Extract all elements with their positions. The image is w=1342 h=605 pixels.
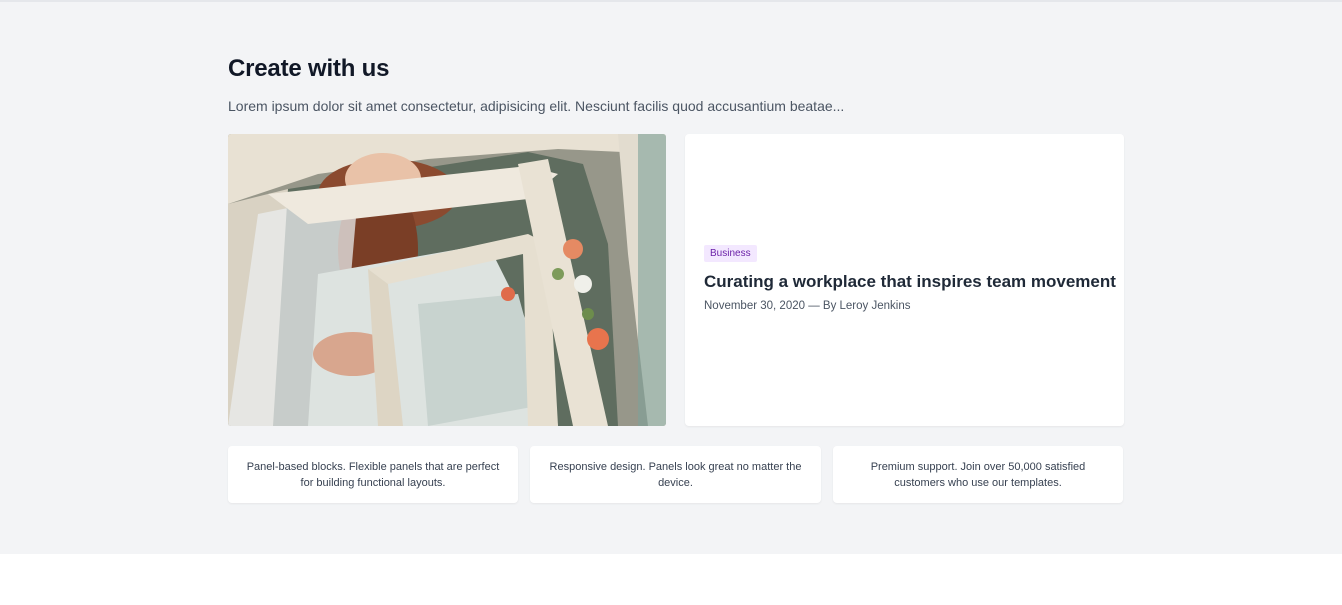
post-meta: November 30, 2020 — By Leroy Jenkins: [704, 300, 911, 312]
create-with-us-section: Create with us Lorem ipsum dolor sit ame…: [0, 2, 1342, 554]
category-badge[interactable]: Business: [704, 245, 757, 262]
feature-card-panels: Panel-based blocks. Flexible panels that…: [228, 446, 518, 503]
post-title[interactable]: Curating a workplace that inspires team …: [704, 272, 1116, 292]
feature-text: Panel-based blocks. Flexible panels that…: [246, 460, 500, 489]
wedding-car-photo: [228, 134, 666, 426]
features-row: Panel-based blocks. Flexible panels that…: [228, 446, 1124, 503]
feature-text: Responsive design. Panels look great no …: [549, 460, 802, 489]
hero-photo[interactable]: [228, 134, 666, 426]
section-subtitle: Lorem ipsum dolor sit amet consectetur, …: [228, 98, 845, 114]
featured-post-card[interactable]: Business Curating a workplace that inspi…: [685, 134, 1124, 426]
feature-card-support: Premium support. Join over 50,000 satisf…: [833, 446, 1123, 503]
feature-card-responsive: Responsive design. Panels look great no …: [530, 446, 821, 503]
feature-text: Premium support. Join over 50,000 satisf…: [870, 460, 1086, 489]
section-title: Create with us: [228, 55, 390, 82]
